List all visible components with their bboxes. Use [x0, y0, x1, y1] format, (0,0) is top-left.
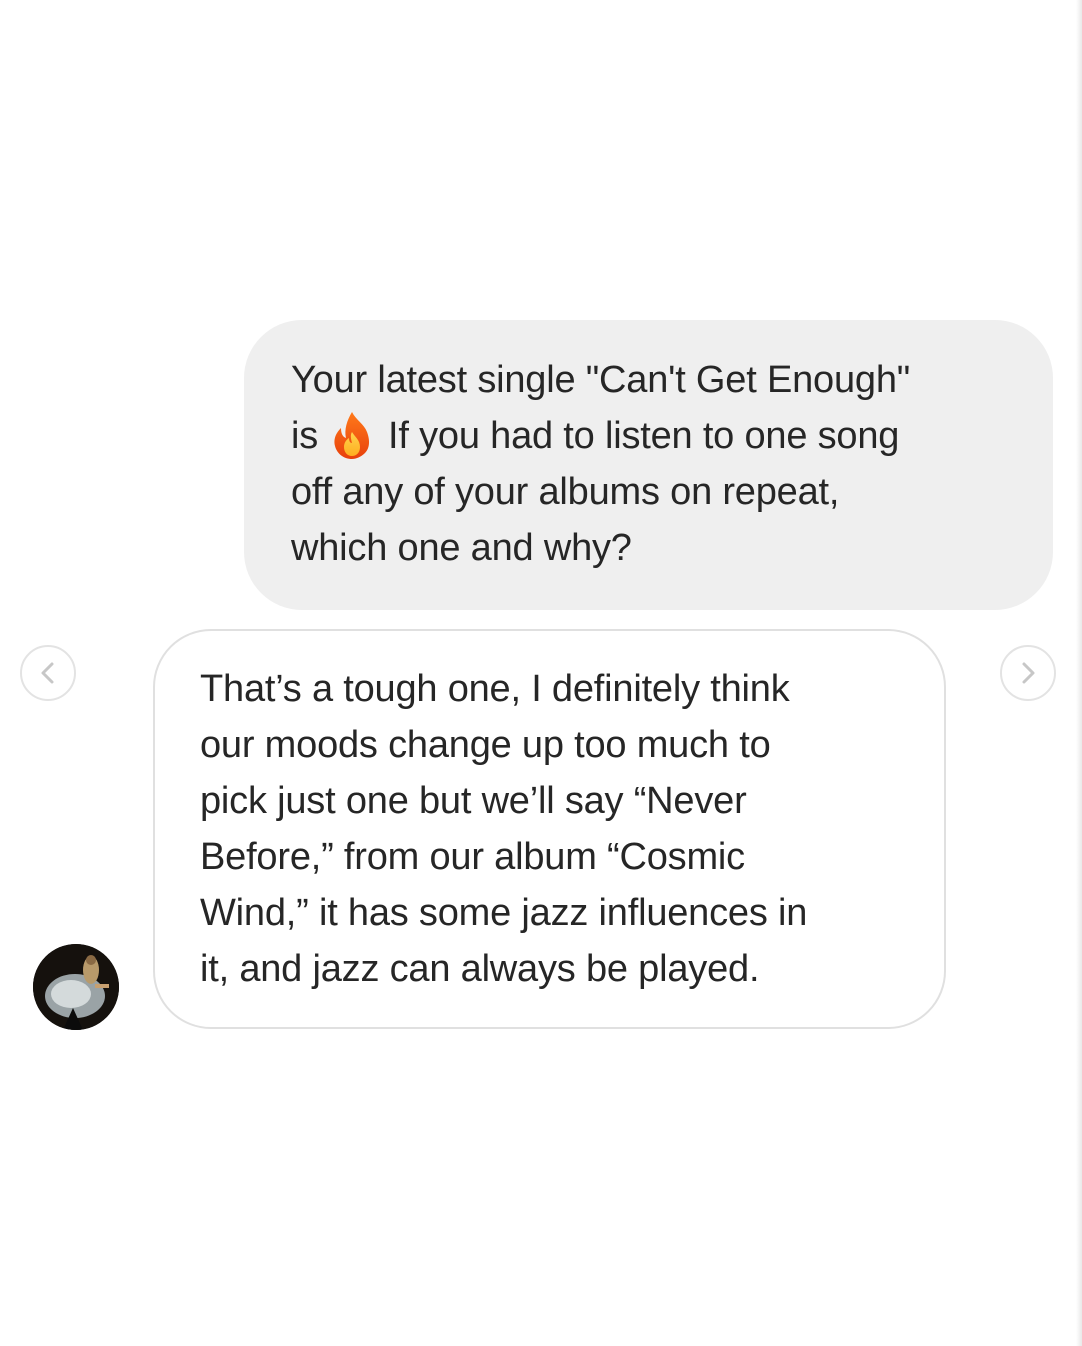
chevron-left-icon — [41, 662, 54, 684]
screen-edge — [1076, 0, 1082, 1346]
message-line: it, and jazz can always be played. — [200, 948, 760, 990]
sender-avatar[interactable] — [33, 944, 119, 1030]
message-line: off any of your albums on repeat, — [291, 471, 840, 513]
incoming-message-bubble[interactable]: That’s a tough one, I definitely think o… — [153, 629, 946, 1029]
message-fragment: is — [291, 415, 319, 457]
message-line: is If you had to listen to one song — [291, 408, 1013, 464]
message-line: our moods change up too much to — [200, 724, 771, 766]
message-line: Wind,” it has some jazz influences in — [200, 892, 808, 934]
message-line: Before,” from our album “Cosmic — [200, 836, 745, 878]
chevron-right-icon — [1022, 662, 1035, 684]
message-line: which one and why? — [291, 527, 632, 569]
outgoing-message-bubble[interactable]: Your latest single "Can't Get Enough" is… — [244, 320, 1053, 610]
previous-button[interactable] — [20, 645, 76, 701]
message-line: Your latest single "Can't Get Enough" — [291, 359, 911, 401]
avatar-image — [33, 944, 119, 1030]
message-line: pick just one but we’ll say “Never — [200, 780, 747, 822]
next-button[interactable] — [1000, 645, 1056, 701]
message-fragment: If you had to listen to one song — [388, 415, 900, 457]
fire-icon — [330, 410, 374, 460]
message-line: That’s a tough one, I definitely think — [200, 668, 790, 710]
